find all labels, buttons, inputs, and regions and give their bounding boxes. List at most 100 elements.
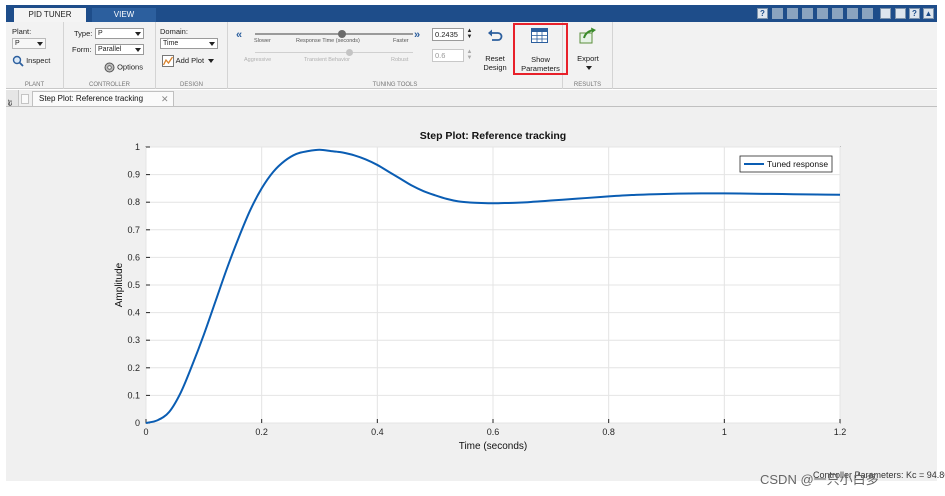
gear-icon <box>104 62 115 73</box>
results-section-label: RESULTS <box>573 82 602 88</box>
transient-behavior-slider-thumb[interactable] <box>346 49 354 56</box>
step-plot-chart[interactable]: 0 0.2 0.4 0.6 0.8 1 1.2 0 0.1 0.2 0.3 0.4 0.5 0.6 0.7 0… <box>6 107 937 481</box>
y-tick-label: 0 <box>135 418 140 428</box>
export-button[interactable]: Export <box>572 26 604 74</box>
faster-label: Faster <box>393 38 409 44</box>
y-tick-label: 0.5 <box>127 280 140 290</box>
domain-select-value: Time <box>163 40 179 47</box>
response-time-slider[interactable] <box>255 30 413 38</box>
csdn-watermark: CSDN @一只小白多 <box>760 472 879 487</box>
response-time-spinner[interactable]: ▲ ▼ <box>466 28 473 41</box>
x-tick-label: 0.2 <box>255 427 268 437</box>
tuning-tools-section-label: TUNING TOOLS <box>372 82 418 88</box>
document-tab-label: Step Plot: Reference tracking <box>39 94 144 103</box>
slower-arrow-icon[interactable]: « <box>236 29 242 41</box>
copy-icon[interactable] <box>832 8 843 19</box>
response-time-value: 0.2435 <box>435 30 458 39</box>
transient-behavior-slider[interactable] <box>255 49 413 56</box>
y-tick-label: 0.7 <box>127 225 140 235</box>
slower-label: Slower <box>254 38 271 44</box>
response-time-slider-thumb[interactable] <box>337 30 346 38</box>
type-label: Type: <box>74 29 93 38</box>
collapse-toolstrip-icon[interactable]: ▲ <box>923 8 934 19</box>
reset-arrow-icon <box>488 29 503 41</box>
x-tick-label: 0.8 <box>602 427 615 437</box>
window-layout-icon[interactable] <box>895 8 906 19</box>
show-params-label-2: Parameters <box>521 64 560 73</box>
chart-title: Step Plot: Reference tracking <box>420 130 566 142</box>
document-tab[interactable]: Step Plot: Reference tracking ✕ <box>32 91 174 106</box>
design-section: Domain: Time Add Plot DESIGN <box>156 22 228 89</box>
options-button[interactable]: Options <box>104 62 143 73</box>
inspect-label: Inspect <box>26 55 51 65</box>
print-icon[interactable] <box>862 8 873 19</box>
redo-icon[interactable] <box>802 8 813 19</box>
help-icon[interactable]: ? <box>909 8 920 19</box>
y-tick-label: 0.8 <box>127 197 140 207</box>
y-tick-label: 0.9 <box>127 170 140 180</box>
add-plot-button[interactable]: Add Plot <box>162 55 215 67</box>
controller-section-label: CONTROLLER <box>88 82 130 88</box>
y-tick-label: 0.3 <box>127 335 140 345</box>
plant-select-value: P <box>15 40 20 47</box>
form-label: Form: <box>72 45 92 54</box>
x-tick-label: 0.6 <box>487 427 500 437</box>
y-axis-label: Amplitude <box>114 262 125 307</box>
form-select[interactable]: Parallel <box>95 44 144 55</box>
tab-view[interactable]: VIEW <box>92 8 156 22</box>
paste-icon[interactable] <box>847 8 858 19</box>
undo-icon[interactable] <box>787 8 798 19</box>
document-tab-scroll[interactable] <box>21 94 29 104</box>
plot-canvas: 0 0.2 0.4 0.6 0.8 1 1.2 0 0.1 0.2 0.3 0.4 0.5 0.6 0.7 0… <box>6 106 937 481</box>
save-icon[interactable] <box>772 8 783 19</box>
tab-pid-tuner[interactable]: PID TUNER <box>14 8 86 22</box>
response-time-field[interactable]: 0.2435 <box>432 28 464 41</box>
legend-label: Tuned response <box>767 159 828 169</box>
export-label: Export <box>577 54 599 63</box>
chevron-down-icon <box>586 66 592 70</box>
y-tick-label: 1 <box>135 142 140 152</box>
chevron-down-icon <box>209 42 215 46</box>
type-select[interactable]: P <box>95 28 144 39</box>
robust-label: Robust <box>391 57 409 63</box>
plant-select[interactable]: P <box>12 38 46 49</box>
domain-select[interactable]: Time <box>160 38 218 49</box>
y-tick-label: 0.2 <box>127 363 140 373</box>
x-tick-label: 0 <box>143 427 148 437</box>
layout-icon[interactable] <box>880 8 891 19</box>
faster-arrow-icon[interactable]: » <box>414 29 420 41</box>
show-params-label-1: Show <box>531 55 550 64</box>
close-icon[interactable]: ✕ <box>161 92 169 106</box>
options-label: Options <box>117 62 143 72</box>
inspect-button[interactable]: Inspect <box>12 55 50 67</box>
chevron-down-icon <box>135 48 141 52</box>
legend[interactable]: Tuned response <box>739 155 833 173</box>
transient-behavior-field[interactable]: 0.6 <box>432 49 464 62</box>
transient-behavior-label: Transient Behavior <box>304 57 350 63</box>
results-section: Export RESULTS <box>563 22 613 89</box>
reset-label-2: Design <box>483 63 507 72</box>
export-icon <box>579 27 596 44</box>
x-tick-label: 1 <box>722 427 727 437</box>
document-area: Data Browser Step Plot: Reference tracki… <box>6 90 937 481</box>
reset-design-button[interactable]: Reset Design <box>479 26 511 74</box>
type-select-value: P <box>98 30 103 37</box>
chevron-down-icon <box>135 32 141 36</box>
x-tick-label: 0.4 <box>371 427 384 437</box>
controller-section: Type: P Form: Parallel Options CONTROLLE… <box>64 22 156 89</box>
chevron-down-icon <box>37 42 43 46</box>
chevron-down-icon <box>208 59 215 63</box>
domain-label: Domain: <box>160 27 188 36</box>
magnifier-icon <box>12 55 24 67</box>
cut-icon[interactable] <box>817 8 828 19</box>
design-section-label: DESIGN <box>179 82 203 88</box>
transient-behavior-spinner[interactable]: ▲ ▼ <box>466 49 473 62</box>
show-parameters-button[interactable]: Show Parameters <box>513 23 568 75</box>
add-plot-label: Add Plot <box>175 55 205 65</box>
x-axis-label: Time (seconds) <box>459 441 528 452</box>
plant-section: Plant: P Inspect PLANT <box>6 22 64 89</box>
aggressive-label: Aggressive <box>244 57 272 63</box>
y-tick-label: 0.4 <box>127 308 140 318</box>
help-search-icon[interactable]: ? <box>757 8 768 19</box>
form-select-value: Parallel <box>98 46 122 53</box>
